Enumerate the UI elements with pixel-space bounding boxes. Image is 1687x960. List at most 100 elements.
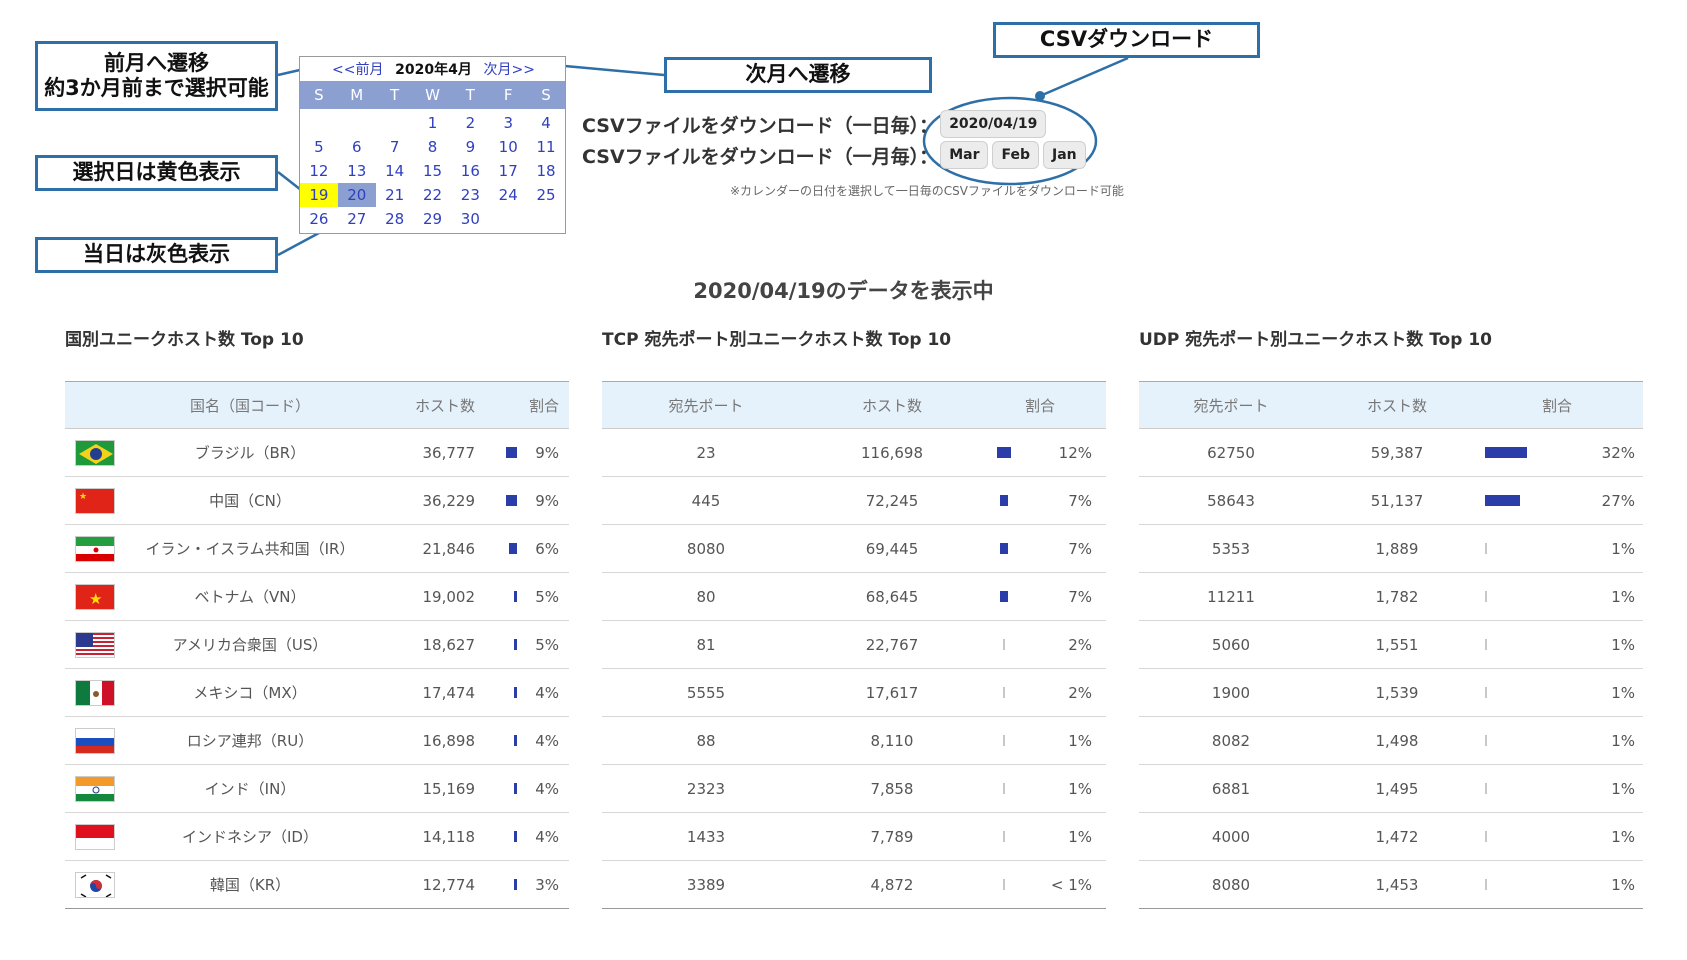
calendar-day-selected[interactable]: 19 — [300, 183, 338, 207]
host-count: 7,789 — [870, 827, 914, 846]
country-name: ブラジル（BR） — [194, 444, 306, 462]
port-number: 445 — [691, 491, 721, 510]
calendar-day[interactable]: 23 — [451, 183, 489, 207]
calendar-day[interactable]: 4 — [527, 111, 565, 135]
india-flag-icon — [75, 775, 115, 802]
ratio-cell: 1% — [1471, 540, 1643, 558]
calendar-day-today[interactable]: 20 — [337, 183, 376, 207]
ratio-value: 9% — [535, 443, 559, 462]
bar-wrap — [974, 591, 1034, 602]
ratio-value: 5% — [535, 587, 559, 606]
port-number: 11211 — [1207, 587, 1255, 606]
host-count: 36,229 — [422, 491, 476, 510]
bar-wrap — [974, 831, 1034, 842]
ratio-cell: 4% — [475, 828, 559, 846]
next-month-link[interactable]: 次月>> — [484, 59, 535, 79]
calendar-empty-cell — [338, 111, 376, 135]
ratio-cell: 3% — [475, 876, 559, 894]
calendar-day[interactable]: 2 — [451, 111, 489, 135]
calendar-day[interactable]: 15 — [414, 159, 452, 183]
csv-note: ※カレンダーの日付を選択して一日毎のCSVファイルをダウンロード可能 — [730, 184, 1124, 198]
table-row: 8080 1,453 1% — [1139, 861, 1643, 909]
flag-cell — [65, 823, 125, 850]
bar-wrap — [1471, 687, 1541, 698]
calendar-day[interactable]: 6 — [338, 135, 376, 159]
country-name: ベトナム（VN） — [194, 588, 306, 606]
callout-next-month: 次月へ遷移 — [664, 57, 932, 93]
calendar-day[interactable]: 22 — [414, 183, 452, 207]
calendar-day[interactable]: 21 — [376, 183, 414, 207]
table-row: 4000 1,472 1% — [1139, 813, 1643, 861]
ratio-bar — [514, 879, 517, 890]
country-panel: 国別ユニークホスト数 Top 10 国名（国コード） ホスト数 割合 ブラジル（… — [65, 325, 569, 909]
weekday-label: T — [465, 86, 475, 104]
ratio-value: 1% — [1068, 827, 1092, 846]
host-count: 7,858 — [870, 779, 914, 798]
calendar-empty-cell — [489, 207, 527, 231]
flag-cell — [65, 535, 125, 562]
china-flag-graphic: ★ — [76, 488, 114, 513]
calendar-day[interactable]: 9 — [451, 135, 489, 159]
usa-flag-graphic — [76, 632, 114, 657]
callout-prev-line2: 約3か月前まで選択可能 — [44, 76, 269, 100]
calendar-day[interactable]: 8 — [414, 135, 452, 159]
calendar-day[interactable]: 26 — [300, 207, 338, 231]
table-row: 23 116,698 12% — [602, 429, 1106, 477]
calendar-day[interactable]: 10 — [489, 135, 527, 159]
calendar-day[interactable]: 29 — [414, 207, 452, 231]
ratio-value: 12% — [1058, 443, 1092, 462]
bar-wrap — [974, 447, 1034, 458]
ratio-bar — [1003, 735, 1005, 746]
calendar-day[interactable]: 13 — [338, 159, 376, 183]
calendar-day[interactable]: 17 — [489, 159, 527, 183]
calendar-day[interactable]: 24 — [489, 183, 527, 207]
calendar-day[interactable]: 3 — [489, 111, 527, 135]
ratio-cell: 1% — [1471, 636, 1643, 654]
csv-daily-label: CSVファイルをダウンロード（一日毎）： — [582, 114, 939, 137]
ratio-bar — [1000, 543, 1008, 554]
ratio-value: 4% — [535, 779, 559, 798]
calendar-day[interactable]: 12 — [300, 159, 338, 183]
calendar-day[interactable]: 1 — [414, 111, 452, 135]
host-count: 4,872 — [870, 875, 914, 894]
udp-table-title: UDP 宛先ポート別ユニークホスト数 Top 10 — [1139, 330, 1492, 350]
calendar-day[interactable]: 30 — [451, 207, 489, 231]
ratio-cell: 2% — [974, 684, 1106, 702]
col-port: 宛先ポート — [668, 396, 744, 415]
ratio-value: 1% — [1611, 779, 1635, 798]
russia-flag-icon — [75, 727, 115, 754]
ratio-bar — [1485, 543, 1487, 554]
csv-month-button[interactable]: Feb — [992, 141, 1039, 169]
csv-month-button[interactable]: Mar — [940, 141, 989, 169]
csv-daily-button[interactable]: 2020/04/19 — [940, 110, 1047, 138]
col-ratio: 割合 — [528, 396, 559, 415]
calendar-day[interactable]: 28 — [376, 207, 414, 231]
port-number: 62750 — [1207, 443, 1255, 462]
table-row: 3389 4,872 < 1% — [602, 861, 1106, 909]
ratio-value: 1% — [1611, 539, 1635, 558]
calendar-day[interactable]: 7 — [376, 135, 414, 159]
country-table-title: 国別ユニークホスト数 Top 10 — [65, 330, 304, 350]
calendar-day[interactable]: 18 — [527, 159, 565, 183]
port-number: 58643 — [1207, 491, 1255, 510]
calendar-day[interactable]: 14 — [376, 159, 414, 183]
ratio-bar — [1000, 591, 1008, 602]
india-flag-graphic — [76, 776, 114, 801]
ratio-cell: 2% — [974, 636, 1106, 654]
iran-flag-graphic — [76, 536, 114, 561]
ratio-cell: 1% — [1471, 588, 1643, 606]
ratio-bar — [514, 639, 517, 650]
ratio-bar — [1003, 687, 1005, 698]
calendar-day[interactable]: 5 — [300, 135, 338, 159]
ratio-cell: 12% — [974, 444, 1106, 462]
calendar-day[interactable]: 11 — [527, 135, 565, 159]
csv-month-button[interactable]: Jan — [1043, 141, 1086, 169]
ratio-bar — [506, 447, 517, 458]
calendar-day[interactable]: 27 — [338, 207, 376, 231]
calendar-day[interactable]: 25 — [527, 183, 565, 207]
calendar-day[interactable]: 16 — [451, 159, 489, 183]
table-row: インド（IN） 15,169 4% — [65, 765, 569, 813]
prev-month-link[interactable]: <<前月 — [332, 59, 383, 79]
ratio-bar — [514, 831, 517, 842]
bar-wrap — [1471, 495, 1541, 506]
